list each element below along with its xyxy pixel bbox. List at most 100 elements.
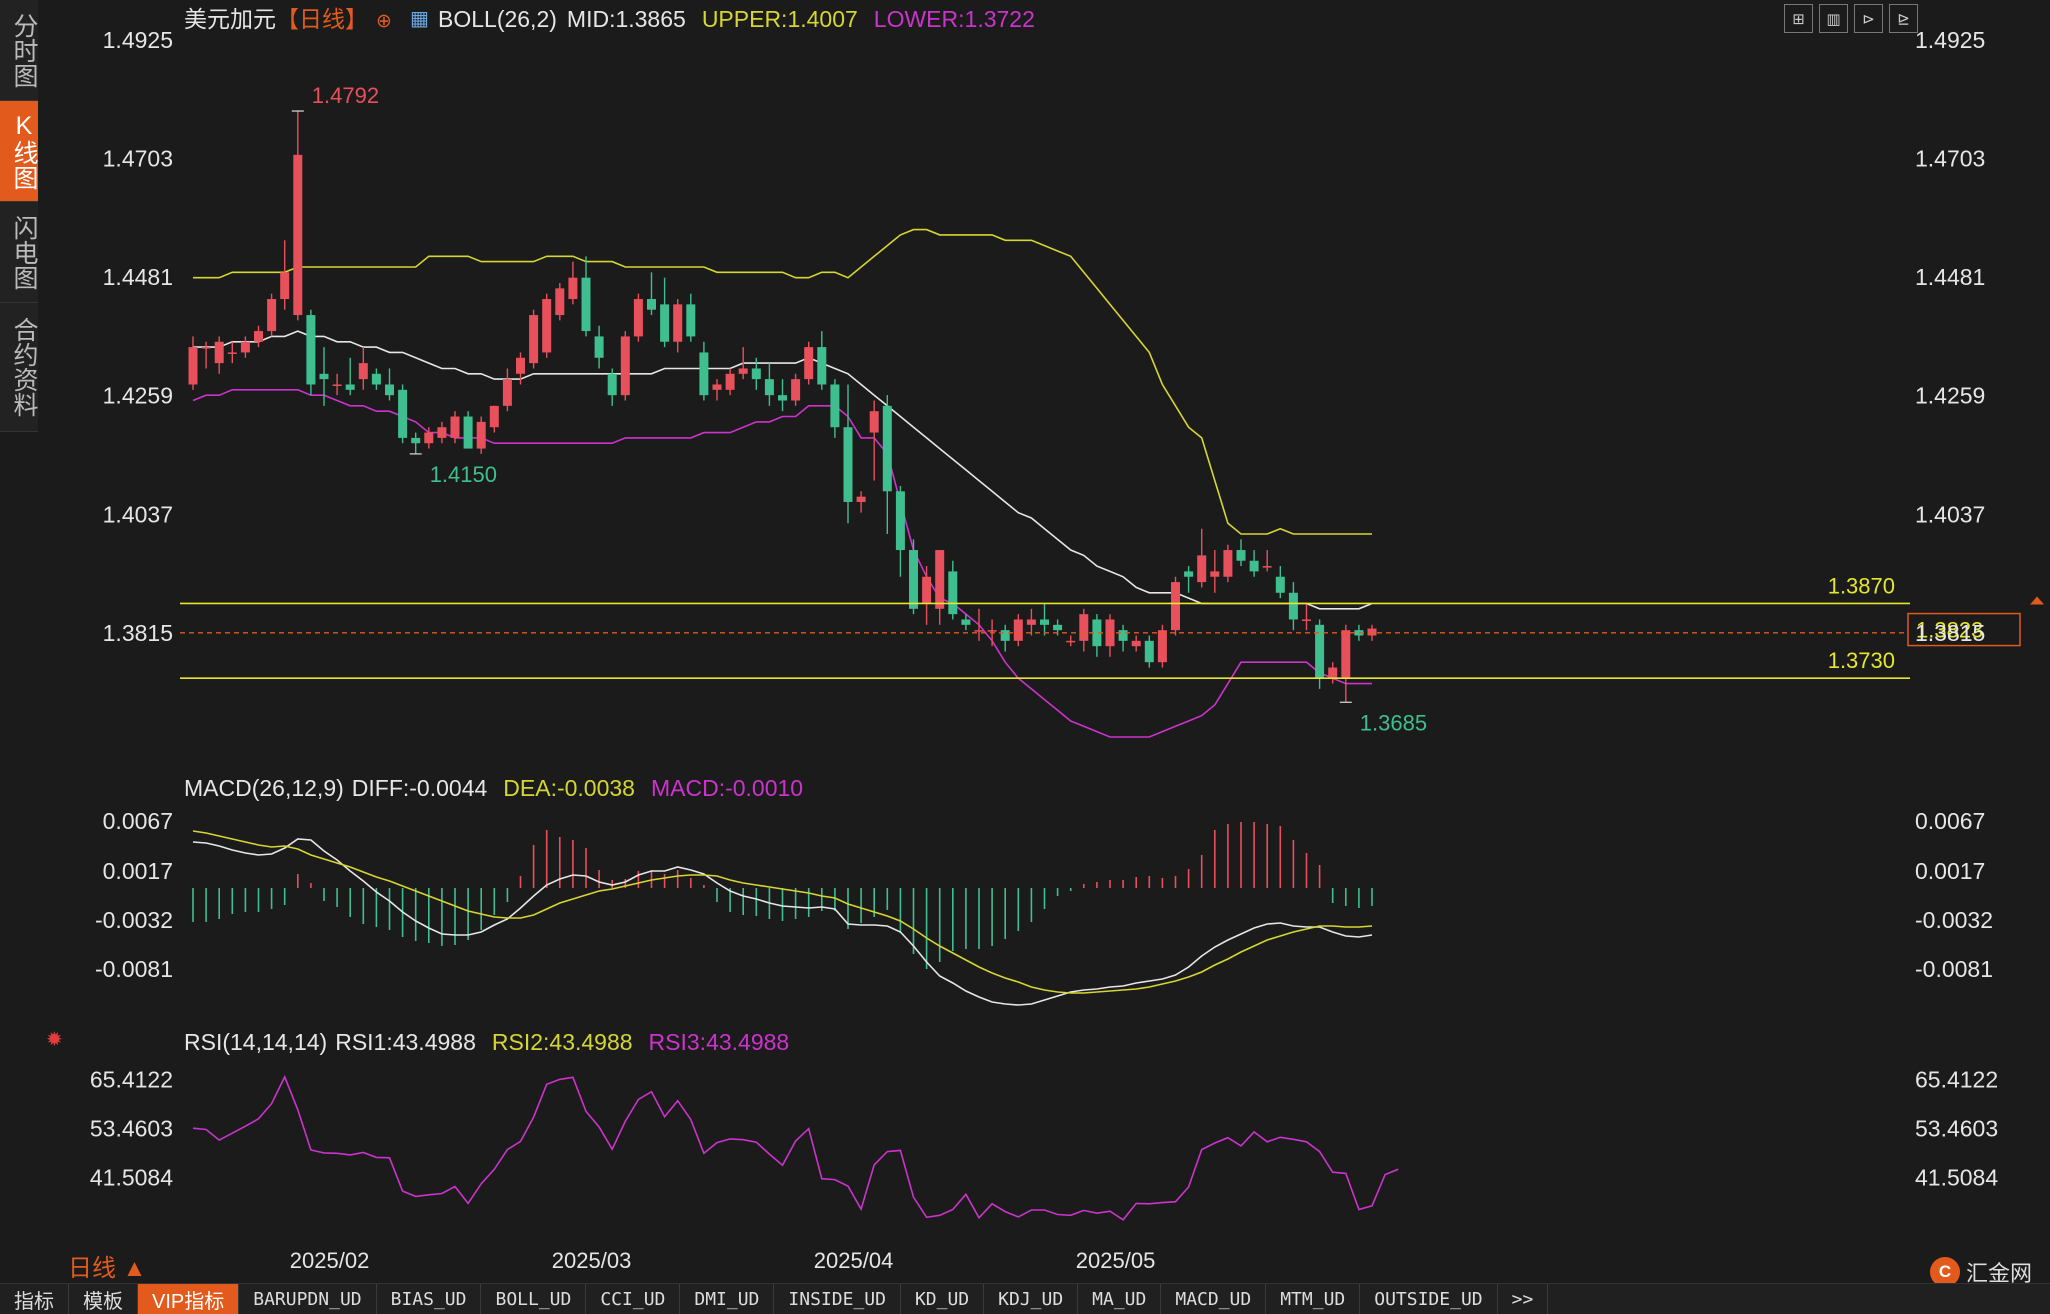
price-tick-left-0: 1.4925	[103, 27, 173, 53]
rsi-name: RSI(14,14,14)	[184, 1029, 327, 1055]
bottom-tab-11[interactable]: MA_UD	[1078, 1284, 1162, 1314]
candle-body-59	[961, 619, 971, 625]
add-icon[interactable]: ⊕	[376, 11, 392, 32]
candle-body-5	[254, 331, 263, 342]
candle-body-10	[319, 373, 329, 380]
candle-body-77	[1197, 555, 1207, 583]
candle-body-83	[1275, 576, 1285, 593]
boll-mid-line	[193, 330, 1373, 610]
candle-body-51	[856, 496, 866, 502]
macd-header: MACD(26,12,9) DIFF:-0.0044 DEA:-0.0038 MACD…	[184, 775, 803, 801]
rsi-line	[192, 1074, 1399, 1221]
candle-body-36	[660, 304, 670, 342]
candle-body-60	[974, 630, 984, 632]
bottom-tab-12[interactable]: MACD_UD	[1161, 1284, 1267, 1314]
bottom-tab-14[interactable]: OUTSIDE_UD	[1360, 1284, 1498, 1314]
candle-body-53	[882, 405, 892, 492]
macd-name: MACD(26,12,9)	[184, 775, 344, 801]
indicator-icon[interactable]: ▦	[410, 8, 429, 30]
candle-body-62	[1000, 630, 1010, 641]
candle-body-23	[489, 405, 499, 428]
rsi-tick-left-1: 53.4603	[90, 1115, 173, 1141]
rsi2-value: RSI2:43.4988	[492, 1029, 633, 1055]
annotation-label-2: 1.3685	[1360, 710, 1427, 735]
price-tick-right-0: 1.4925	[1915, 27, 1985, 53]
bottom-tab-1[interactable]: 模板	[69, 1284, 138, 1314]
candle-body-9	[306, 315, 316, 385]
price-header: 美元加元【日线】	[184, 6, 368, 32]
tab-kline[interactable]: K线图	[0, 101, 38, 202]
bottom-tab-6[interactable]: CCI_UD	[586, 1284, 681, 1314]
bottom-tab-9[interactable]: KD_UD	[901, 1284, 985, 1314]
settings-icon[interactable]: ✹	[46, 1027, 63, 1052]
bottom-tab-7[interactable]: DMI_UD	[680, 1284, 775, 1314]
bar-icon[interactable]: ▥	[1819, 4, 1848, 33]
macd-tick-right-3: -0.0081	[1915, 956, 1993, 982]
boll-upper-value: UPPER:1.4007	[702, 6, 858, 32]
candle-body-38	[686, 304, 696, 337]
price-tick-right-4: 1.4037	[1915, 501, 1985, 527]
chart-canvas[interactable]: 1.38701.37301.3823 1.4925 1.49251.4703 1.4…	[0, 0, 2050, 1314]
candle-body-26	[529, 315, 539, 364]
candle-body-87	[1328, 667, 1338, 679]
zoom-in-icon[interactable]: ⊞	[1784, 4, 1813, 33]
candle-body-32	[607, 373, 617, 396]
bottom-tab-0[interactable]: 指标	[0, 1284, 69, 1314]
candle-body-57	[935, 550, 945, 609]
macd-tick-right-1: 0.0017	[1915, 858, 1985, 884]
rsi-tick-right-2: 41.5084	[1915, 1164, 1998, 1190]
candle-body-66	[1053, 624, 1063, 631]
bottom-tab-5[interactable]: BOLL_UD	[481, 1284, 587, 1314]
price-tick-left-5: 1.3815	[103, 620, 173, 646]
current-price-arrow-icon	[2030, 596, 2044, 605]
macd-tick-right-2: -0.0032	[1915, 907, 1993, 933]
candle-body-24	[502, 379, 512, 406]
bottom-tab-15[interactable]: >>	[1498, 1284, 1549, 1314]
level-label-1: 1.3730	[1828, 648, 1895, 673]
candle-body-82	[1262, 566, 1272, 568]
bottom-tab-8[interactable]: INSIDE_UD	[774, 1284, 901, 1314]
candle-body-68	[1079, 614, 1089, 641]
candle-body-41	[725, 373, 735, 390]
boll-header: BOLL(26,2) MID:1.3865 UPPER:1.4007 LOWER:1.…	[438, 6, 1035, 32]
bottom-tab-4[interactable]: BIAS_UD	[377, 1284, 482, 1314]
bottom-tab-13[interactable]: MTM_UD	[1266, 1284, 1361, 1314]
candle-body-18	[424, 432, 434, 444]
x-label-3: 2025/05	[1076, 1248, 1156, 1273]
candle-body-30	[581, 277, 591, 332]
bottom-tab-10[interactable]: KDJ_UD	[984, 1284, 1079, 1314]
tab-timeshare[interactable]: 分时图	[0, 0, 38, 101]
candle-body-8	[293, 154, 303, 316]
bottom-tab-2[interactable]: VIP指标	[138, 1284, 240, 1314]
candle-body-88	[1341, 630, 1351, 679]
candle-body-27	[542, 299, 552, 353]
x-label-1: 2025/03	[552, 1248, 632, 1273]
macd-tick-left-0: 0.0067	[103, 808, 173, 834]
tab-contract-info[interactable]: 合约资料	[0, 303, 38, 432]
candle-body-6	[267, 299, 277, 332]
rsi-tick-right-0: 65.4122	[1915, 1066, 1998, 1092]
candle-body-16	[398, 389, 408, 438]
candle-body-72	[1131, 640, 1141, 647]
boll-bands	[192, 228, 1373, 738]
candle-body-79	[1223, 550, 1233, 577]
candle-body-61	[987, 630, 997, 632]
next-icon[interactable]: ⊳	[1854, 4, 1883, 33]
price-tick-right-1: 1.4703	[1915, 146, 1985, 172]
tab-flash[interactable]: 闪电图	[0, 202, 38, 303]
price-tick-left-2: 1.4481	[103, 264, 173, 290]
candle-body-65	[1040, 619, 1049, 625]
indicator-tab-bar: 指标 模板 VIP指标 BARUPDN_UD BIAS_UD BOLL_UD CCI_UD D…	[0, 1283, 2050, 1314]
candle-body-40	[712, 384, 722, 390]
last-icon[interactable]: ⊵	[1889, 4, 1918, 33]
rsi-tick-right-1: 53.4603	[1915, 1115, 1998, 1141]
annotation-label-1: 1.4150	[430, 462, 497, 487]
period-selector[interactable]: 日线 ▲	[68, 1248, 146, 1283]
bottom-tab-3[interactable]: BARUPDN_UD	[239, 1284, 377, 1314]
rsi3-value: RSI3:43.4988	[649, 1029, 790, 1055]
symbol-name: 美元加元	[184, 6, 276, 32]
candle-body-25	[516, 357, 525, 374]
candle-body-13	[358, 363, 368, 380]
axis-labels: 1.4925 1.4925 1.4703 1.4703 1.4481 1.4481 1.42…	[103, 27, 1986, 1273]
candle-body-55	[909, 550, 918, 609]
